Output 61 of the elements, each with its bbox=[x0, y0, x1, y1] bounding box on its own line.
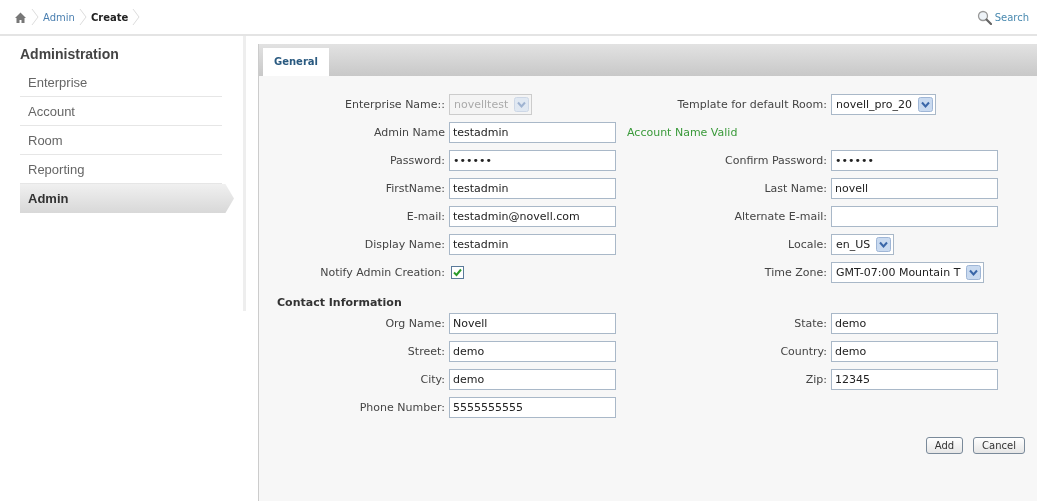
field-label: City: bbox=[420, 372, 445, 386]
input-field[interactable]: demo bbox=[449, 340, 616, 362]
field-label: State: bbox=[794, 316, 827, 330]
field-label: Org Name: bbox=[385, 316, 445, 330]
field-label: Display Name: bbox=[364, 237, 445, 251]
field-label: Admin Name bbox=[374, 125, 445, 139]
search-link[interactable]: Search bbox=[976, 9, 1029, 25]
field-label: Last Name: bbox=[764, 181, 827, 195]
field-label: Enterprise Name:: bbox=[345, 97, 445, 111]
search-icon bbox=[976, 9, 992, 25]
input-field[interactable]: testadmin bbox=[449, 177, 616, 199]
field-label: Street: bbox=[407, 344, 445, 358]
field-label: FirstName: bbox=[385, 181, 445, 195]
input-field[interactable]: demo bbox=[831, 312, 998, 334]
chevron-icon bbox=[31, 8, 39, 26]
field-label: Template for default Room: bbox=[677, 97, 827, 111]
field-label: Country: bbox=[780, 344, 827, 358]
input-field[interactable]: testadmin@novell.com bbox=[449, 205, 616, 227]
section-heading: Contact Information bbox=[276, 295, 402, 309]
caret-icon bbox=[918, 96, 934, 112]
dropdown[interactable]: en_US bbox=[831, 233, 895, 255]
checkbox[interactable] bbox=[451, 265, 464, 279]
input-field[interactable]: testadmin bbox=[449, 233, 616, 255]
dropdown[interactable]: novell_pro_20 bbox=[831, 93, 937, 115]
field-label: Notify Admin Creation: bbox=[320, 265, 445, 279]
home-icon[interactable] bbox=[14, 10, 27, 24]
field-label: E-mail: bbox=[406, 209, 445, 223]
breadcrumb-current: Create bbox=[90, 11, 129, 23]
sidebar-item[interactable]: Account bbox=[20, 97, 222, 126]
dropdown[interactable]: GMT-07:00 Mountain T bbox=[831, 261, 985, 283]
input-field[interactable]: demo bbox=[831, 340, 998, 362]
chevron-icon bbox=[132, 8, 141, 26]
field-label: Time Zone: bbox=[764, 265, 827, 279]
sidebar-item[interactable]: Room bbox=[20, 126, 222, 155]
caret-icon bbox=[966, 264, 982, 280]
chevron-icon bbox=[78, 8, 87, 26]
field-label: Alternate E-mail: bbox=[734, 209, 827, 223]
sidebar-title: Administration bbox=[19, 45, 119, 64]
input-field[interactable]: 12345 bbox=[831, 368, 998, 390]
breadcrumb-link[interactable]: Admin bbox=[43, 11, 75, 23]
tab[interactable]: General bbox=[263, 48, 329, 76]
field-label: Password: bbox=[389, 153, 445, 167]
field-label: Locale: bbox=[788, 237, 827, 251]
input-field[interactable]: Novell bbox=[449, 312, 616, 334]
input-field[interactable]: novell bbox=[831, 177, 998, 199]
input-field[interactable] bbox=[831, 205, 998, 227]
field-label: Confirm Password: bbox=[725, 153, 827, 167]
input-field[interactable]: demo bbox=[449, 368, 616, 390]
input-field[interactable]: •••••• bbox=[449, 149, 616, 171]
add-button[interactable]: Add bbox=[925, 437, 964, 454]
input-field[interactable]: testadmin bbox=[449, 121, 616, 143]
sidebar-item[interactable]: Enterprise bbox=[20, 68, 222, 97]
validation-message: Account Name Valid bbox=[626, 125, 739, 139]
input-field[interactable]: 5555555555 bbox=[449, 396, 616, 418]
cancel-button[interactable]: Cancel bbox=[973, 437, 1025, 454]
caret-icon bbox=[514, 96, 530, 112]
caret-icon bbox=[876, 236, 892, 252]
input-field[interactable]: •••••• bbox=[831, 149, 998, 171]
field-label: Phone Number: bbox=[359, 400, 445, 414]
sidebar-item[interactable]: Admin bbox=[20, 184, 234, 213]
field-label: Zip: bbox=[805, 372, 827, 386]
